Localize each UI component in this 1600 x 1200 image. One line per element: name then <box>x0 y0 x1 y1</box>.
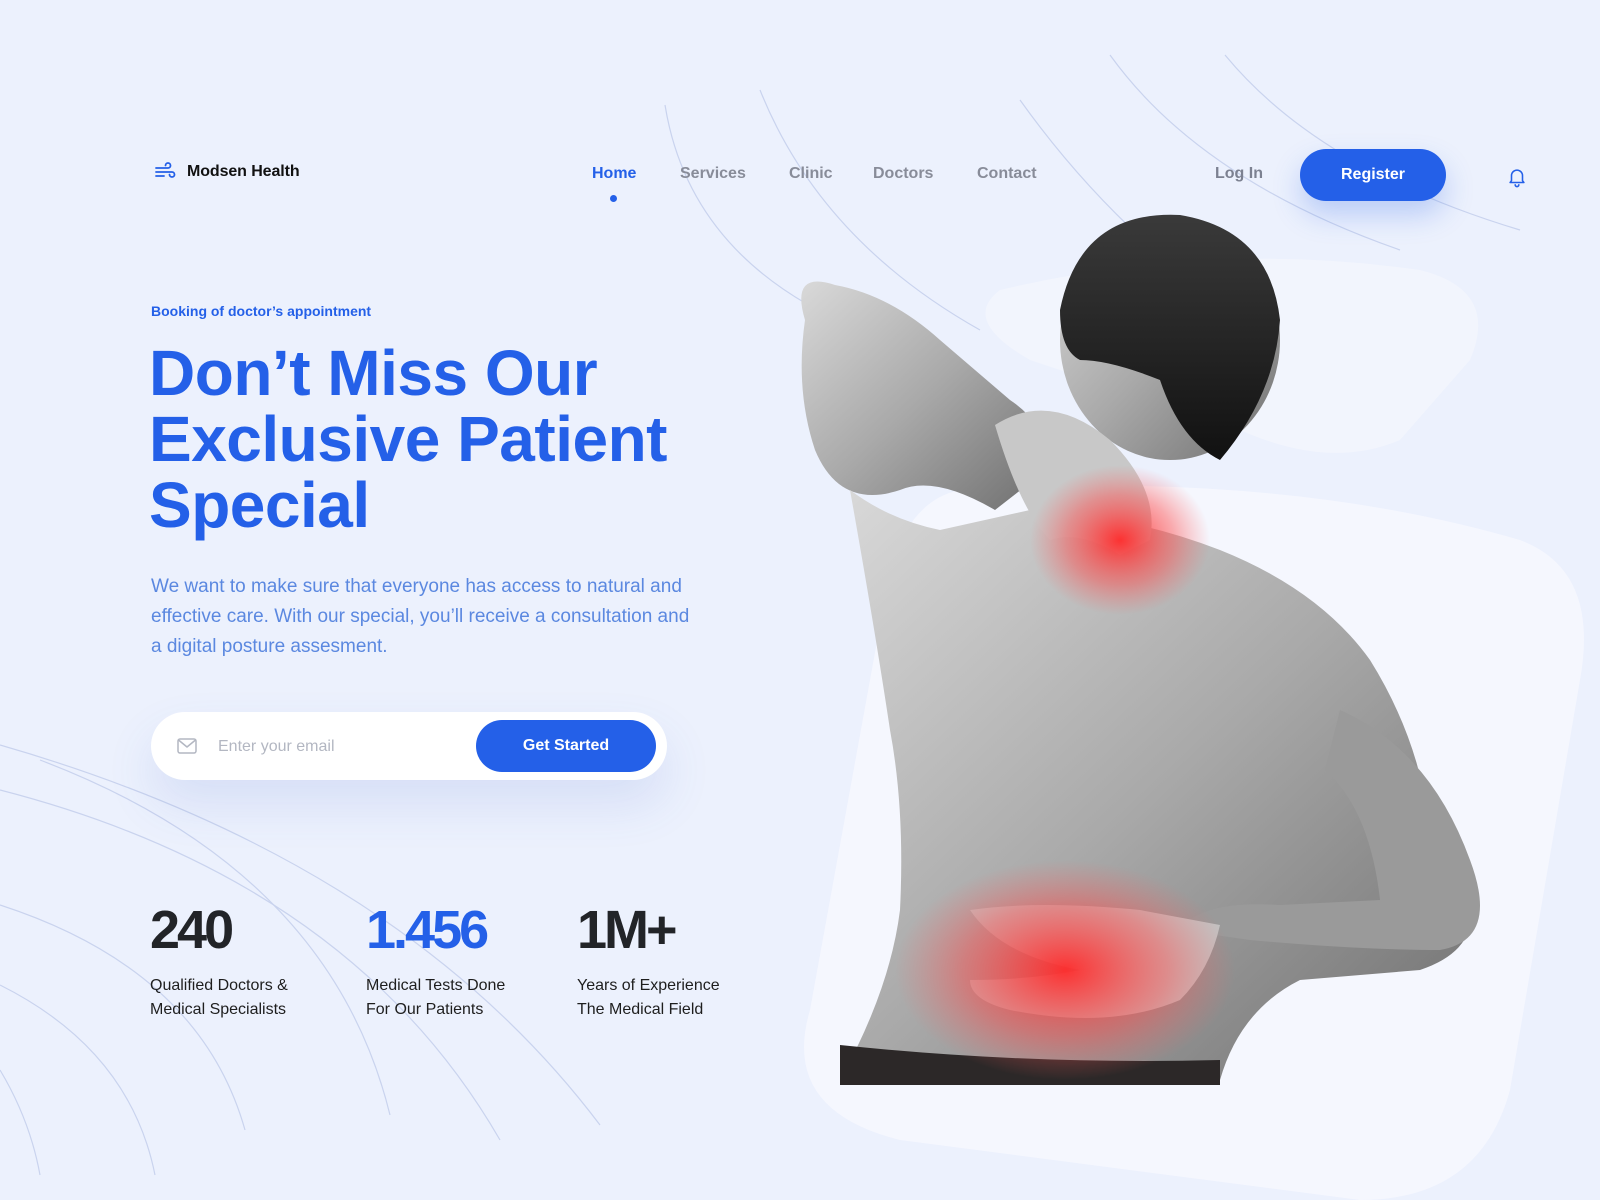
stat-doctors: 240 Qualified Doctors & Medical Speciali… <box>150 900 310 1022</box>
nav-home[interactable]: Home <box>592 165 636 183</box>
stat-label-line: The Medical Field <box>577 1001 704 1018</box>
stat-label-line: Qualified Doctors & <box>150 977 288 994</box>
stat-label: Medical Tests Done For Our Patients <box>366 974 526 1022</box>
stat-value: 1M+ <box>577 900 678 960</box>
email-input[interactable] <box>216 732 460 762</box>
hero-headline: Don’t Miss Our Exclusive Patient Special <box>149 337 667 541</box>
stat-label: Qualified Doctors & Medical Specialists <box>150 974 310 1022</box>
brand-logo[interactable]: Modsen Health <box>153 160 300 184</box>
stat-value: 240 <box>150 900 234 960</box>
nav-doctors[interactable]: Doctors <box>873 165 933 183</box>
get-started-button[interactable]: Get Started <box>476 720 656 772</box>
stat-label-line: For Our Patients <box>366 1001 484 1018</box>
brand-name: Modsen Health <box>187 163 300 180</box>
nav-clinic[interactable]: Clinic <box>789 165 833 183</box>
register-button[interactable]: Register <box>1300 149 1446 201</box>
stat-label-line: Years of Experience <box>577 977 720 994</box>
mail-icon <box>177 738 197 754</box>
nav-contact[interactable]: Contact <box>977 165 1037 183</box>
wind-icon <box>155 162 176 178</box>
stat-label: Years of Experience The Medical Field <box>577 974 737 1022</box>
active-nav-indicator <box>610 195 617 202</box>
stat-value: 1.456 <box>366 900 489 960</box>
stat-experience: 1M+ Years of Experience The Medical Fiel… <box>577 900 737 1022</box>
hero-description: We want to make sure that everyone has a… <box>151 576 690 657</box>
stat-label-line: Medical Tests Done <box>366 977 506 994</box>
nav-services[interactable]: Services <box>680 165 746 183</box>
stat-label-line: Medical Specialists <box>150 1001 287 1018</box>
hero-image <box>801 214 1584 1200</box>
bell-icon[interactable] <box>1506 166 1528 188</box>
email-signup-form: Get Started <box>151 712 667 780</box>
login-link[interactable]: Log In <box>1215 165 1263 183</box>
stat-tests: 1.456 Medical Tests Done For Our Patient… <box>366 900 526 1022</box>
hero-eyebrow: Booking of doctor’s appointment <box>151 303 372 319</box>
